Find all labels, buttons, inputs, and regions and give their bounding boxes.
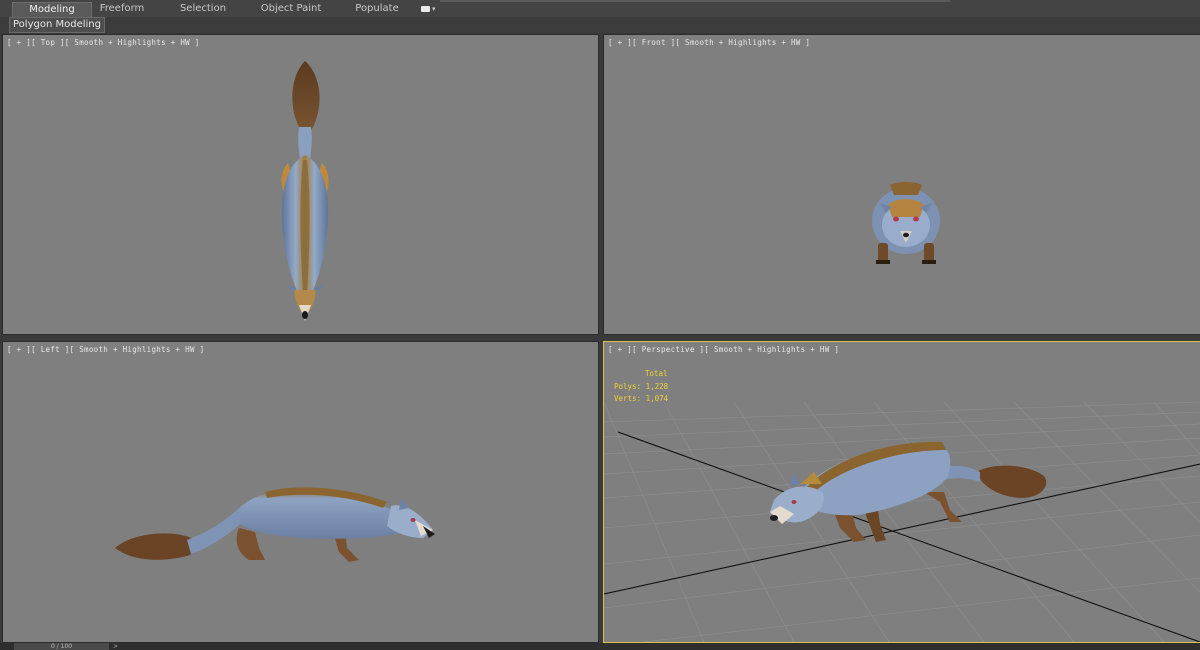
ribbon-divider (440, 0, 950, 2)
tab-freeform[interactable]: Freeform (92, 2, 152, 16)
viewport-label-left[interactable]: [ + ][ Left ][ Smooth + Highlights + HW … (7, 345, 204, 354)
model-top-view (281, 61, 329, 321)
viewport-perspective[interactable]: [ + ][ Perspective ][ Smooth + Highlight… (603, 341, 1200, 643)
camera-icon (421, 6, 430, 12)
viewport-front[interactable]: [ + ][ Front ][ Smooth + Highlights + HW… (603, 34, 1200, 335)
ribbon-tab-bar: Modeling Freeform Selection Object Paint… (0, 0, 1200, 18)
chevron-down-icon: ▾ (432, 4, 436, 13)
ribbon-panel-bar: Polygon Modeling (0, 17, 1200, 33)
viewport-label-top[interactable]: [ + ][ Top ][ Smooth + Highlights + HW ] (7, 38, 200, 47)
stats-total-label: Total (645, 369, 668, 378)
viewport-label-front[interactable]: [ + ][ Front ][ Smooth + Highlights + HW… (608, 38, 810, 47)
polygon-modeling-button[interactable]: Polygon Modeling (9, 17, 105, 33)
stats-verts: Verts: 1,074 (614, 394, 669, 403)
tab-object-paint[interactable]: Object Paint (255, 2, 327, 16)
timeline-bar: 0 / 100 > (0, 643, 1200, 650)
model-left-view (115, 487, 435, 562)
viewport-label-perspective[interactable]: [ + ][ Perspective ][ Smooth + Highlight… (608, 345, 839, 354)
viewport-left[interactable]: [ + ][ Left ][ Smooth + Highlights + HW … (2, 341, 599, 643)
viewport-top[interactable]: [ + ][ Top ][ Smooth + Highlights + HW ] (2, 34, 599, 335)
tab-modeling[interactable]: Modeling (12, 2, 92, 17)
perspective-grid (604, 401, 1200, 642)
chevron-right-icon[interactable]: > (113, 643, 118, 650)
model-perspective-view (604, 401, 1200, 642)
stats-polys: Polys: 1,228 (614, 381, 669, 391)
model-creature (770, 441, 1047, 542)
ribbon-options-dropdown[interactable]: ▾ (421, 3, 443, 15)
model-front-view (872, 182, 940, 264)
tab-populate[interactable]: Populate (347, 2, 407, 16)
time-slider[interactable]: 0 / 100 (14, 643, 109, 650)
scene-statistics: Total Polys: 1,228 Verts: 1,074 (614, 368, 668, 406)
tab-selection[interactable]: Selection (172, 2, 234, 16)
